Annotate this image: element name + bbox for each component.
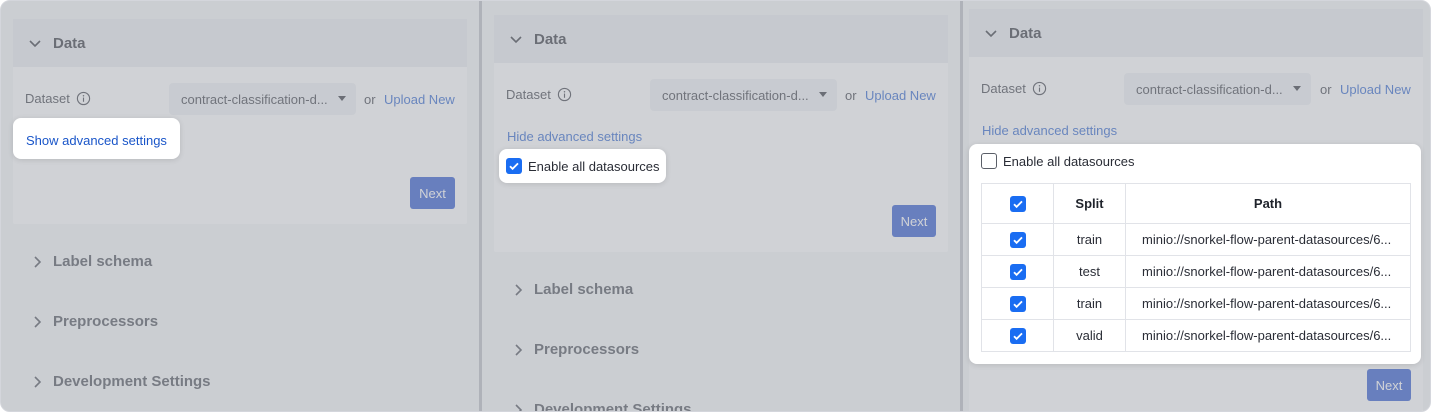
caret-down-icon xyxy=(1293,86,1301,91)
checkbox-checked-icon xyxy=(1009,231,1026,248)
table-row: train minio://snorkel-flow-parent-dataso… xyxy=(981,287,1411,320)
table-header-row: Split Path xyxy=(981,183,1411,224)
enable-all-datasources-checkbox[interactable]: Enable all datasources xyxy=(506,158,660,174)
panel-divider xyxy=(960,1,963,411)
table-row: train minio://snorkel-flow-parent-dataso… xyxy=(981,223,1411,256)
next-button[interactable]: Next xyxy=(892,205,936,237)
enable-all-datasources-checkbox[interactable]: Enable all datasources xyxy=(981,153,1135,169)
checkbox-checked-icon xyxy=(1009,263,1026,280)
row-checkbox[interactable] xyxy=(981,287,1054,320)
next-button[interactable]: Next xyxy=(1367,369,1411,401)
section-title: Preprocessors xyxy=(53,313,159,330)
section-label-schema[interactable]: Label schema xyxy=(510,281,633,298)
section-preprocessors[interactable]: Preprocessors xyxy=(510,341,639,358)
data-card-title: Data xyxy=(53,34,86,52)
dataset-label: Dataset xyxy=(25,91,91,106)
row-checkbox[interactable] xyxy=(981,223,1054,256)
dataset-select[interactable]: contract-classification-d... xyxy=(169,83,356,115)
path-cell: minio://snorkel-flow-parent-datasources/… xyxy=(1125,287,1411,320)
upload-new-link[interactable]: Upload New xyxy=(865,88,936,103)
split-cell: train xyxy=(1053,223,1126,256)
dataset-select-value: contract-classification-d... xyxy=(662,87,809,103)
path-cell: minio://snorkel-flow-parent-datasources/… xyxy=(1125,255,1411,288)
enable-all-datasources-label: Enable all datasources xyxy=(1003,153,1135,169)
chevron-down-icon xyxy=(983,25,999,41)
section-development-settings[interactable]: Development Settings xyxy=(510,401,692,412)
dataset-select-value: contract-classification-d... xyxy=(1136,81,1283,97)
screenshot-frame: Data Dataset contract-classification-d..… xyxy=(0,0,1431,412)
info-icon[interactable] xyxy=(76,91,91,106)
checkbox-checked-icon xyxy=(1009,195,1026,212)
upload-new-link[interactable]: Upload New xyxy=(1340,82,1411,97)
panel-divider xyxy=(479,1,482,411)
section-title: Development Settings xyxy=(53,373,211,390)
section-preprocessors[interactable]: Preprocessors xyxy=(29,313,158,330)
row-checkbox[interactable] xyxy=(981,255,1054,288)
datasource-table: Split Path train minio://snorkel-flow-pa… xyxy=(981,183,1411,352)
info-icon[interactable] xyxy=(1032,81,1047,96)
hide-advanced-link[interactable]: Hide advanced settings xyxy=(507,129,642,144)
chevron-down-icon xyxy=(508,31,524,47)
chevron-right-icon xyxy=(29,314,45,330)
dataset-select-value: contract-classification-d... xyxy=(181,91,328,107)
panel-enable-datasources: Data Dataset contract-classification-d..… xyxy=(482,1,960,412)
path-cell: minio://snorkel-flow-parent-datasources/… xyxy=(1125,319,1411,352)
next-button[interactable]: Next xyxy=(410,177,455,209)
checkbox-checked-icon xyxy=(1009,295,1026,312)
data-card-header[interactable]: Data xyxy=(494,15,948,63)
chevron-right-icon xyxy=(29,374,45,390)
path-cell: minio://snorkel-flow-parent-datasources/… xyxy=(1125,223,1411,256)
data-card-header[interactable]: Data xyxy=(969,9,1423,57)
data-card-header[interactable]: Data xyxy=(13,19,467,67)
dataset-select[interactable]: contract-classification-d... xyxy=(1124,73,1311,105)
checkbox-checked-icon xyxy=(1009,327,1026,344)
dataset-select[interactable]: contract-classification-d... xyxy=(650,79,837,111)
column-header-path: Path xyxy=(1125,183,1411,224)
enable-all-datasources-label: Enable all datasources xyxy=(528,158,660,174)
chevron-right-icon xyxy=(510,402,526,411)
section-title: Preprocessors xyxy=(534,341,640,358)
show-advanced-link[interactable]: Show advanced settings xyxy=(26,133,167,148)
caret-down-icon xyxy=(819,92,827,97)
column-header-split: Split xyxy=(1053,183,1126,224)
or-text: or xyxy=(364,92,376,107)
caret-down-icon xyxy=(338,96,346,101)
or-text: or xyxy=(845,88,857,103)
highlight-show-advanced: Show advanced settings xyxy=(13,118,180,159)
split-cell: valid xyxy=(1053,319,1126,352)
hide-advanced-link[interactable]: Hide advanced settings xyxy=(982,123,1117,138)
highlight-datasource-table: Enable all datasources Split Path train … xyxy=(969,144,1421,364)
dataset-label: Dataset xyxy=(506,87,572,102)
split-cell: train xyxy=(1053,287,1126,320)
chevron-right-icon xyxy=(29,254,45,270)
checkbox-checked-icon xyxy=(506,158,522,174)
checkbox-unchecked-icon xyxy=(981,153,997,169)
info-icon[interactable] xyxy=(557,87,572,102)
row-checkbox[interactable] xyxy=(981,319,1054,352)
chevron-right-icon xyxy=(510,282,526,298)
panel-show-advanced: Data Dataset contract-classification-d..… xyxy=(1,1,479,411)
data-card-title: Data xyxy=(534,30,567,48)
dataset-label-text: Dataset xyxy=(506,87,551,102)
dataset-label-text: Dataset xyxy=(25,91,70,106)
dataset-label-text: Dataset xyxy=(981,81,1026,96)
chevron-down-icon xyxy=(27,35,43,51)
or-text: or xyxy=(1320,82,1332,97)
section-development-settings[interactable]: Development Settings xyxy=(29,373,211,390)
table-row: test minio://snorkel-flow-parent-datasou… xyxy=(981,255,1411,288)
data-card-title: Data xyxy=(1009,24,1042,42)
upload-new-link[interactable]: Upload New xyxy=(384,92,455,107)
chevron-right-icon xyxy=(510,342,526,358)
section-title: Label schema xyxy=(53,253,153,270)
section-label-schema[interactable]: Label schema xyxy=(29,253,152,270)
section-title: Development Settings xyxy=(534,401,692,412)
highlight-enable-datasources: Enable all datasources xyxy=(499,149,666,183)
table-row: valid minio://snorkel-flow-parent-dataso… xyxy=(981,319,1411,352)
select-all-cell[interactable] xyxy=(981,183,1054,224)
data-card: Data Dataset contract-classification-d..… xyxy=(494,15,948,252)
split-cell: test xyxy=(1053,255,1126,288)
dataset-label: Dataset xyxy=(981,81,1047,96)
section-title: Label schema xyxy=(534,281,634,298)
